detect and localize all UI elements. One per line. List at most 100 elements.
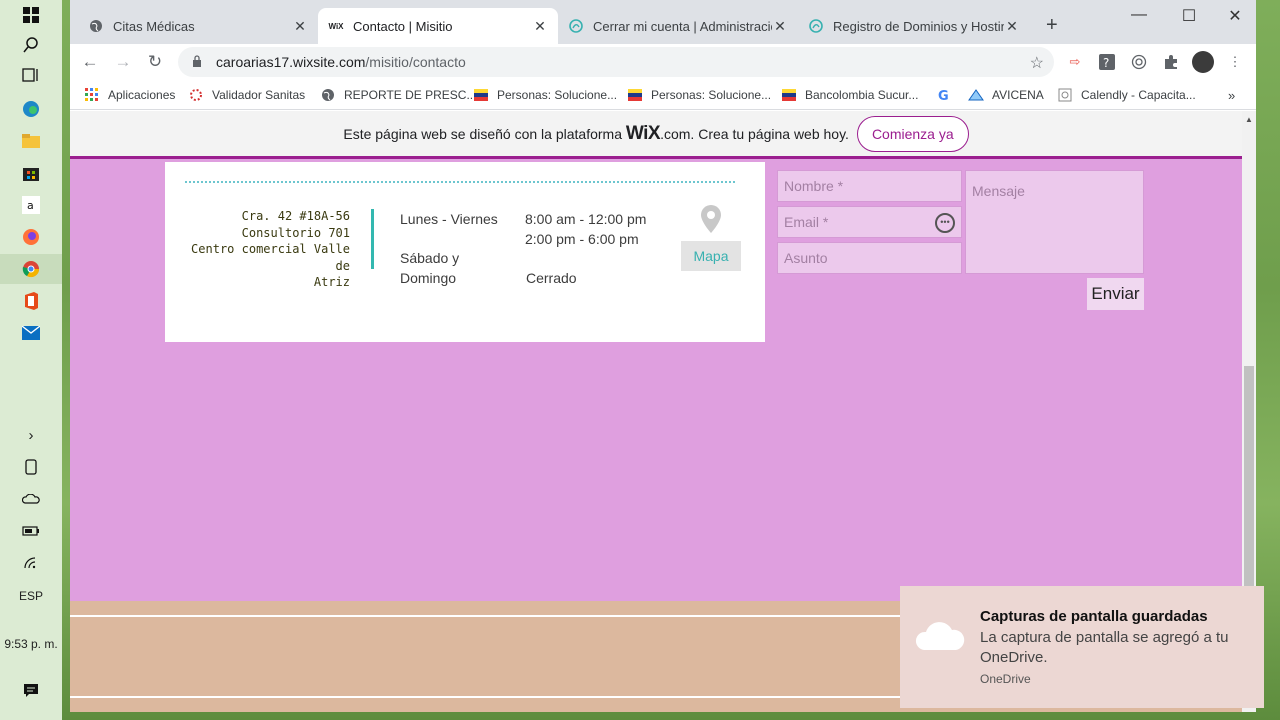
close-icon[interactable]: ✕: [292, 18, 308, 35]
tab-cerrar-cuenta[interactable]: Cerrar mi cuenta | Administración ✕: [558, 8, 798, 44]
tab-citas-medicas[interactable]: Citas Médicas ✕: [78, 8, 318, 44]
notification-center-icon[interactable]: [20, 680, 42, 702]
chrome-icon[interactable]: [20, 258, 42, 280]
weekday-hours-afternoon: 2:00 pm - 6:00 pm: [525, 231, 639, 247]
tab-title: Contacto | Misitio: [353, 18, 453, 34]
map-pin-icon: [699, 204, 723, 234]
svg-text:G: G: [938, 89, 949, 102]
weekend-label-line1: Sábado y: [400, 250, 460, 266]
close-icon[interactable]: ✕: [772, 18, 788, 35]
maximize-button[interactable]: ☐: [1174, 6, 1204, 26]
address-block: Cra. 42 #18A-56 Consultorio 701 Centro c…: [185, 208, 350, 291]
phone-link-icon[interactable]: [20, 456, 42, 478]
onedrive-tray-icon[interactable]: [20, 488, 42, 510]
chevron-right-icon[interactable]: ›: [20, 424, 42, 446]
notification-title: Capturas de pantalla guardadas: [980, 608, 1208, 625]
comienza-ya-button[interactable]: Comienza ya: [856, 115, 969, 152]
bookmark-bancolombia[interactable]: Bancolombia Sucur...: [781, 86, 918, 104]
amazon-icon[interactable]: a: [20, 194, 42, 216]
menu-kebab-icon[interactable]: ⋮: [1226, 53, 1244, 71]
bancolombia-icon: [627, 88, 643, 102]
map-button[interactable]: Mapa: [681, 241, 741, 271]
browser-toolbar: ← → ↻ caroarias17.wixsite.com/misitio/co…: [70, 44, 1256, 80]
calendly-icon: [1057, 88, 1073, 102]
hostinger-icon: [568, 18, 584, 34]
tab-title: Registro de Dominios y Hosting en: [833, 18, 1004, 34]
tab-contacto-misitio[interactable]: WiX Contacto | Misitio ✕: [318, 8, 558, 44]
wix-banner-text-after: .com. Crea tu página web hoy.: [660, 125, 849, 142]
onedrive-cloud-icon: [914, 618, 966, 652]
podcast-extension-icon[interactable]: [1130, 53, 1148, 71]
bancolombia-icon: [473, 88, 489, 102]
help-extension-icon[interactable]: ?: [1098, 53, 1116, 71]
reload-button[interactable]: ↻: [145, 52, 165, 72]
url-text[interactable]: caroarias17.wixsite.com/misitio/contacto: [216, 54, 466, 70]
firefox-icon[interactable]: [20, 226, 42, 248]
task-view-icon[interactable]: [20, 64, 42, 86]
back-button[interactable]: ←: [80, 52, 100, 72]
weekday-label: Lunes - Viernes: [400, 211, 498, 227]
tab-registro-dominios[interactable]: Registro de Dominios y Hosting en ✕: [798, 8, 1030, 44]
profile-avatar[interactable]: [1192, 51, 1214, 73]
bookmark-calendly[interactable]: Calendly - Capacita...: [1057, 86, 1196, 104]
close-icon[interactable]: ✕: [1004, 18, 1020, 35]
bookmark-star-icon[interactable]: ☆: [1030, 53, 1044, 73]
wix-banner-text-before: Este página web se diseñó con la platafo…: [343, 125, 622, 142]
bookmark-personas-2[interactable]: Personas: Solucione...: [627, 86, 771, 104]
notification-body: La captura de pantalla se agregó a tu On…: [980, 629, 1229, 666]
language-indicator[interactable]: ESP: [0, 589, 62, 603]
screenshot-saved-notification[interactable]: Capturas de pantalla guardadas La captur…: [900, 586, 1264, 708]
close-window-button[interactable]: ✕: [1220, 6, 1250, 26]
bookmark-label: REPORTE DE PRESC...: [344, 88, 477, 102]
bookmark-reporte-presc[interactable]: REPORTE DE PRESC...: [320, 86, 476, 104]
wix-banner-text: Este página web se diseñó con la platafo…: [343, 123, 849, 145]
lock-icon[interactable]: [192, 54, 202, 70]
minimize-button[interactable]: —: [1124, 6, 1154, 24]
file-explorer-icon[interactable]: [20, 130, 42, 152]
forward-button[interactable]: →: [113, 52, 133, 72]
send-button[interactable]: Enviar: [1087, 278, 1144, 310]
name-field[interactable]: Nombre *: [777, 170, 962, 202]
globe-icon: [88, 18, 104, 34]
password-manager-icon[interactable]: •••: [935, 213, 955, 233]
address-line: Cra. 42 #18A-56: [241, 209, 350, 223]
extension-icon[interactable]: ⇨: [1066, 53, 1084, 71]
google-icon: G: [936, 88, 952, 102]
bookmarks-overflow-icon[interactable]: »: [1228, 86, 1235, 104]
windows-taskbar: a › ESP 9:53 p. m.: [0, 0, 62, 720]
bookmark-avicena[interactable]: AVICENA: [968, 86, 1044, 104]
wifi-icon[interactable]: [20, 552, 42, 574]
battery-icon[interactable]: [20, 520, 42, 542]
bookmark-label: Calendly - Capacita...: [1081, 88, 1196, 102]
apps-grid-icon: [84, 88, 100, 102]
subject-field[interactable]: Asunto: [777, 242, 962, 274]
email-placeholder: Email *: [784, 214, 829, 230]
address-line: Atriz: [313, 275, 350, 289]
store-icon[interactable]: [20, 162, 42, 184]
bookmark-personas-1[interactable]: Personas: Solucione...: [473, 86, 617, 104]
address-line: Centro comercial Valle de: [191, 242, 350, 273]
bancolombia-icon: [781, 88, 797, 102]
email-field[interactable]: Email * •••: [777, 206, 962, 238]
contact-info-card: Cra. 42 #18A-56 Consultorio 701 Centro c…: [165, 162, 765, 342]
address-bar[interactable]: caroarias17.wixsite.com/misitio/contacto…: [178, 47, 1054, 77]
hostinger-icon: [808, 18, 824, 34]
message-textarea[interactable]: Mensaje: [965, 170, 1144, 274]
bookmark-label: Personas: Solucione...: [651, 88, 772, 102]
close-icon[interactable]: ✕: [532, 18, 548, 35]
bookmark-validador-sanitas[interactable]: Validador Sanitas: [188, 86, 305, 104]
notification-source: OneDrive: [980, 672, 1031, 686]
edge-browser-icon[interactable]: [20, 98, 42, 120]
scroll-up-arrow-icon[interactable]: ▲: [1242, 115, 1256, 124]
accent-divider: [371, 209, 374, 269]
clock[interactable]: 9:53 p. m.: [0, 637, 62, 651]
new-tab-button[interactable]: +: [1046, 14, 1058, 37]
windows-start-icon[interactable]: [20, 4, 42, 26]
office-icon[interactable]: [20, 290, 42, 312]
bookmark-aplicaciones[interactable]: Aplicaciones: [84, 86, 175, 104]
search-icon[interactable]: [20, 34, 42, 56]
mail-icon[interactable]: [20, 322, 42, 344]
extensions-puzzle-icon[interactable]: [1162, 53, 1180, 71]
bookmark-label: Bancolombia Sucur...: [805, 88, 919, 102]
bookmark-google[interactable]: G: [936, 86, 960, 104]
